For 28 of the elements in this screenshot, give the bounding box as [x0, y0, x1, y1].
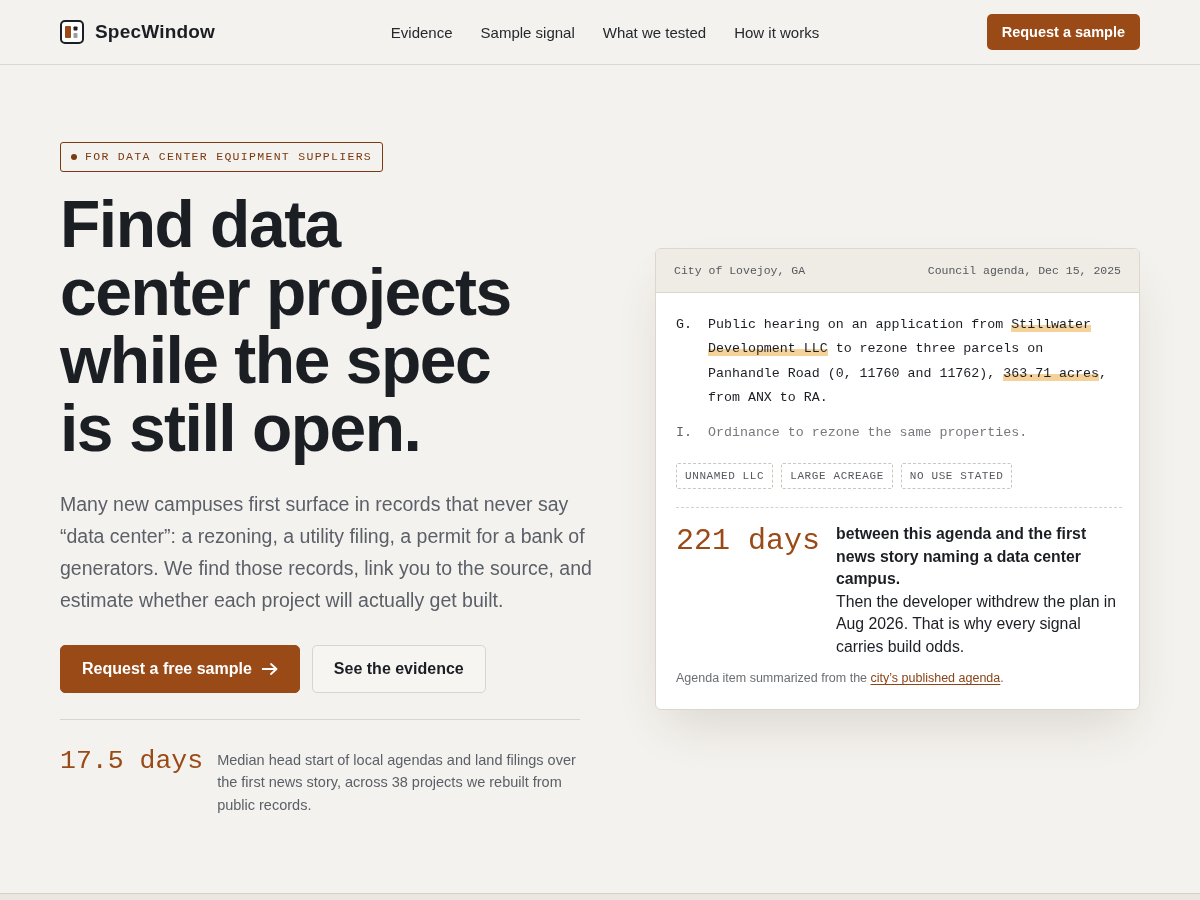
arrow-icon: [261, 662, 278, 675]
nav-link[interactable]: How it works: [734, 23, 820, 41]
flag-tag: NO USE STATED: [900, 463, 1013, 490]
item-letter: G.: [676, 315, 693, 334]
stat-value: 17.5 days: [60, 745, 204, 776]
brand-name: SpecWindow: [95, 21, 216, 43]
secondary-cta-button[interactable]: See the evidence: [311, 644, 486, 693]
flag-tag: UNNAMED LLC: [676, 463, 774, 490]
dot-icon: [71, 153, 77, 160]
badge-label: FOR DATA CENTER EQUIPMENT SUPPLIERS: [85, 150, 373, 164]
stat-description: Median head start of local agendas and land filings over the first news story, across 38 projects we rebuilt from public records.: [217, 750, 577, 815]
nav-link[interactable]: Sample signal: [480, 23, 575, 41]
item-letter: I.: [676, 423, 693, 442]
days-value: 221 days: [676, 523, 822, 561]
flag-tag: LARGE ACREAGE: [781, 463, 893, 490]
nav-link[interactable]: What we tested: [602, 23, 707, 41]
primary-cta-button[interactable]: Request a free sample: [60, 644, 300, 693]
stat-detail: Then the developer withdrew the plan in Aug 2026. That is why every signal carries build odds.: [836, 591, 1118, 657]
hero-description: Many new campuses first surface in records that never say “data center”: a rezoning, a utility filing, a permit for a bank of generators. We find those records, link you to the source, and estimate whether each project will actually get built.: [60, 491, 593, 613]
city-label: City of Lovejoy, GA: [674, 263, 806, 277]
agenda-item-text: Ordinance to rezone the same properties.: [708, 423, 1029, 442]
nav-link[interactable]: Evidence: [390, 23, 453, 41]
agenda-item-text: Public hearing on an application from Stillwater Development LLC to rezone three parcels on Panhandle Road (0, 11760 and 11762), 363.71 acres, from ANX to RA.: [708, 315, 1108, 408]
stat-headline: between this agenda and the first news story naming a data center campus.: [836, 524, 1088, 590]
request-sample-button[interactable]: Request a sample: [986, 14, 1140, 50]
source-note: Agenda item summarized from the city’s published agenda.: [676, 670, 1005, 688]
logo-icon: [60, 20, 84, 44]
agenda-date-label: Council agenda, Dec 15, 2025: [927, 263, 1121, 277]
